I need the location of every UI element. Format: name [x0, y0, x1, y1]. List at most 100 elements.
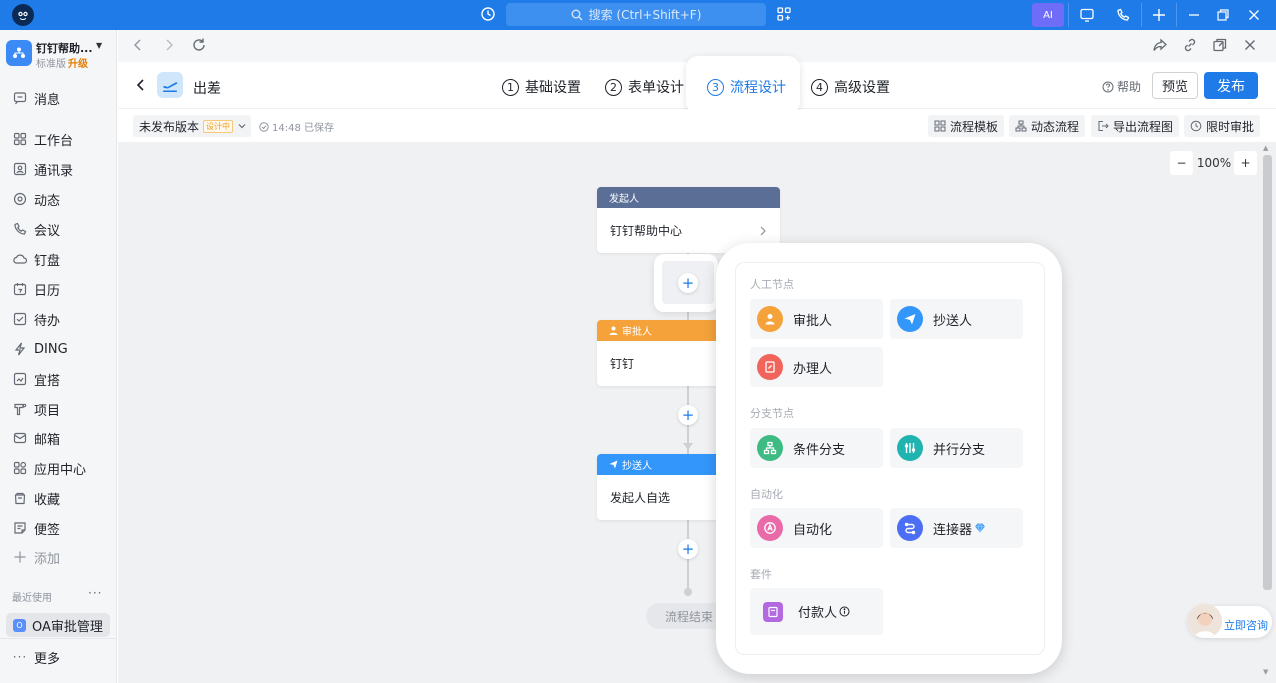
restore-window-icon[interactable] — [1207, 3, 1239, 27]
sidebar-item-todo[interactable]: 待办 — [12, 308, 60, 330]
step-process-design[interactable]: 3 流程设计 — [707, 77, 786, 97]
minimize-icon[interactable] — [1178, 3, 1210, 27]
time-limit-button[interactable]: 限时审批 — [1184, 115, 1261, 137]
new-plus-icon[interactable] — [1143, 3, 1175, 27]
nav-label: 待办 — [34, 313, 61, 329]
chevron-right-icon — [759, 225, 767, 237]
node-assignee: 钉钉 — [610, 357, 635, 371]
back-button[interactable] — [134, 77, 148, 93]
nav-label: 消息 — [34, 92, 61, 108]
close-window-icon[interactable] — [1238, 3, 1270, 27]
add-payer-option[interactable]: 付款人 — [750, 588, 883, 635]
sidebar-add[interactable]: 添加 — [12, 546, 60, 568]
nav-label: 日历 — [34, 283, 61, 299]
sidebar-item-workbench[interactable]: 工作台 — [12, 128, 73, 150]
export-chart-button[interactable]: 导出流程图 — [1091, 115, 1180, 137]
recent-item-oa[interactable]: O OA审批管理 — [6, 613, 110, 637]
option-label: 审批人 — [793, 313, 833, 329]
add-condition-branch-option[interactable]: 条件分支 — [750, 428, 883, 468]
version-select[interactable]: 未发布版本 设计中 — [133, 115, 251, 137]
flow-end-dot — [684, 588, 692, 596]
sidebar-item-yida[interactable]: 宜搭 — [12, 368, 60, 390]
template-grid-icon — [934, 120, 946, 132]
add-connector-option[interactable]: 连接器 — [890, 508, 1023, 548]
sidebar-item-meeting[interactable]: 会议 — [12, 218, 60, 240]
workbench-icon — [12, 131, 28, 147]
ai-label: AI — [1043, 9, 1053, 21]
section-branch-nodes: 分支节点 — [750, 407, 794, 420]
sidebar-item-project[interactable]: 项目 — [12, 398, 60, 420]
add-node-button[interactable]: + — [678, 539, 698, 559]
sidebar-item-mail[interactable]: 邮箱 — [12, 427, 60, 449]
phone-icon[interactable] — [1107, 3, 1139, 27]
dingtalk-logo-icon[interactable] — [12, 4, 34, 26]
history-icon[interactable] — [480, 6, 496, 22]
step-basic-settings[interactable]: 1 基础设置 — [502, 77, 581, 97]
nav-label: 收藏 — [34, 492, 61, 508]
help-link[interactable]: 帮助 — [1102, 78, 1141, 95]
share-icon[interactable] — [1152, 37, 1168, 53]
info-icon[interactable] — [839, 606, 850, 617]
sidebar-more[interactable]: ··· 更多 — [12, 646, 60, 668]
close-tab-icon[interactable] — [1242, 37, 1258, 53]
scroll-down-arrow-icon[interactable]: ▼ — [1263, 668, 1268, 676]
step-form-design[interactable]: 2 表单设计 — [605, 77, 684, 97]
nav-label: 添加 — [34, 551, 61, 567]
ai-assistant-button[interactable]: AI — [1032, 3, 1064, 27]
add-node-button-active[interactable]: + — [662, 261, 714, 304]
grid-add-icon[interactable] — [776, 6, 792, 22]
zoom-level: 100% — [1196, 156, 1232, 170]
nav-label: 会议 — [34, 223, 61, 239]
option-label: 自动化 — [793, 522, 833, 538]
upgrade-link[interactable]: 升级 — [68, 59, 88, 70]
add-approver-option[interactable]: 审批人 — [750, 299, 883, 339]
step-label: 高级设置 — [834, 80, 890, 96]
link-icon[interactable] — [1182, 37, 1198, 53]
title-divider — [1176, 3, 1177, 27]
arrow-down-icon — [683, 443, 693, 450]
sidebar-item-notes[interactable]: 便签 — [12, 517, 60, 539]
open-window-icon[interactable] — [1212, 37, 1228, 53]
add-handler-option[interactable]: 办理人 — [750, 347, 883, 387]
sidebar-item-contacts[interactable]: 通讯录 — [12, 158, 73, 180]
sidebar-item-ding[interactable]: DING — [12, 338, 68, 360]
scroll-up-arrow-icon[interactable]: ▲ — [1263, 144, 1268, 152]
sidebar-item-messages[interactable]: 消息 — [12, 87, 60, 109]
publish-button[interactable]: 发布 — [1204, 72, 1258, 99]
nav-label: 应用中心 — [34, 462, 87, 478]
plus-icon: + — [678, 272, 698, 293]
sidebar-item-app-center[interactable]: 应用中心 — [12, 457, 86, 479]
sidebar-item-calendar[interactable]: 日历 — [12, 278, 60, 300]
preview-button[interactable]: 预览 — [1152, 72, 1198, 99]
zoom-out-button[interactable]: − — [1170, 151, 1193, 175]
process-template-button[interactable]: 流程模板 — [928, 115, 1005, 137]
scrollbar-thumb[interactable] — [1263, 155, 1272, 590]
plus-icon — [12, 549, 28, 565]
tool-label: 流程模板 — [950, 119, 999, 134]
more-dots-icon[interactable]: ··· — [88, 586, 102, 600]
step-advanced-settings[interactable]: 4 高级设置 — [811, 77, 890, 97]
option-label: 并行分支 — [933, 442, 986, 458]
add-parallel-branch-option[interactable]: 并行分支 — [890, 428, 1023, 468]
back-arrow-icon[interactable] — [131, 37, 145, 53]
add-node-button[interactable]: + — [678, 405, 698, 425]
screen-share-icon[interactable] — [1071, 3, 1103, 27]
nav-label: 工作台 — [34, 133, 74, 149]
sidebar-item-favorites[interactable]: 收藏 — [12, 487, 60, 509]
sidebar-item-feed[interactable]: 动态 — [12, 188, 60, 210]
refresh-icon[interactable] — [191, 37, 207, 53]
add-cc-option[interactable]: 抄送人 — [890, 299, 1023, 339]
option-label: 条件分支 — [793, 442, 846, 458]
org-switcher[interactable]: 钉钉帮助... ▼ 标准版 升级 — [6, 38, 114, 72]
chevron-down-icon — [237, 121, 247, 131]
recent-item-label: OA审批管理 — [32, 619, 103, 635]
global-search-input[interactable]: 搜索 (Ctrl+Shift+F) — [506, 3, 766, 26]
option-label: 办理人 — [793, 361, 833, 377]
airplane-icon — [157, 72, 183, 98]
dynamic-process-button[interactable]: 动态流程 — [1009, 115, 1086, 137]
add-automation-option[interactable]: 自动化 — [750, 508, 883, 548]
forward-arrow-icon[interactable] — [162, 37, 176, 53]
app-center-icon — [12, 460, 28, 476]
zoom-in-button[interactable]: + — [1234, 151, 1257, 175]
sidebar-item-drive[interactable]: 钉盘 — [12, 248, 60, 270]
